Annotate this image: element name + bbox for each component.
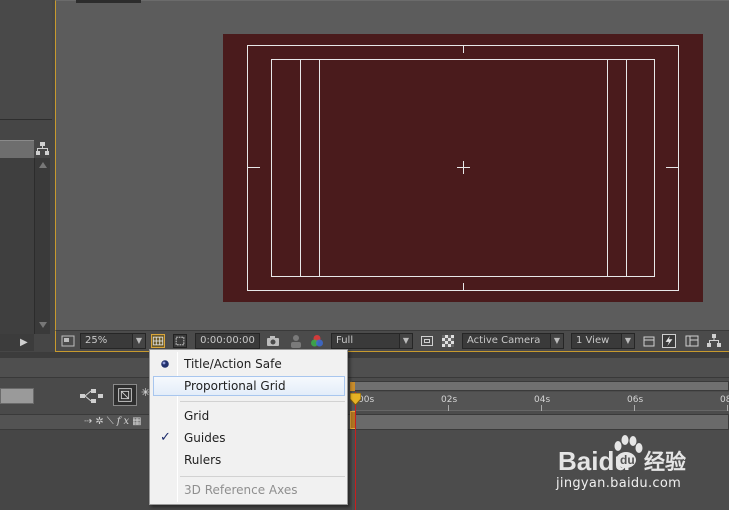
grid-and-guides-icon[interactable]	[151, 334, 165, 348]
menu-item-proportional-grid[interactable]: Proportional Grid	[153, 376, 345, 396]
composition-flowchart-icon[interactable]	[707, 334, 721, 348]
menu-item-label: 3D Reference Axes	[184, 483, 298, 497]
ruler-label-3: 06s	[627, 395, 644, 405]
resolution-select[interactable]: Full	[331, 333, 403, 349]
magnification-value: 25%	[85, 335, 108, 346]
timeline-panel-icon[interactable]	[685, 334, 699, 348]
work-area-start-handle[interactable]	[350, 382, 355, 391]
ruler-label-2: 04s	[534, 395, 551, 405]
checkmark-icon: ✓	[160, 430, 171, 445]
view-layout-dropdown-arrow[interactable]: ▼	[621, 333, 635, 349]
transparency-grid-icon[interactable]	[441, 334, 455, 348]
timeline-search-input[interactable]	[0, 388, 34, 404]
ruler-tick	[727, 405, 728, 411]
magnification-select[interactable]: 25%	[80, 333, 134, 349]
camera-view-dropdown-arrow[interactable]: ▼	[550, 333, 564, 349]
project-list-header[interactable]	[0, 140, 34, 158]
menu-separator	[180, 476, 345, 477]
menu-item-3d-reference-axes: 3D Reference Axes	[153, 480, 345, 500]
current-time-value: 0:00:00:00	[200, 335, 255, 346]
menu-item-grid[interactable]: Grid	[153, 406, 345, 426]
composition-mini-flowchart-icon[interactable]	[79, 388, 105, 404]
magnification-dropdown-arrow[interactable]: ▼	[132, 333, 146, 349]
ruler-tick	[448, 405, 449, 411]
ruler-tick	[634, 405, 635, 411]
menu-item-label: Title/Action Safe	[184, 357, 282, 371]
layer-switch-icons[interactable]: ⇢✲⟍fx▦	[84, 416, 145, 427]
composition-canvas[interactable]	[223, 34, 703, 302]
show-snapshot-icon[interactable]	[289, 334, 303, 348]
menu-item-label: Grid	[184, 409, 210, 423]
timeline-tab-bar	[0, 358, 729, 378]
camera-view-value: Active Camera	[467, 335, 541, 346]
project-panel-top	[0, 0, 52, 120]
mask-visibility-icon[interactable]	[173, 334, 187, 348]
menu-item-label: Rulers	[184, 453, 222, 467]
menu-item-rulers[interactable]: Rulers	[153, 450, 345, 470]
current-time-indicator-head[interactable]	[350, 393, 361, 405]
project-panel-footer	[0, 334, 34, 351]
watermark-cn-text: 经验	[644, 450, 686, 474]
work-area-bar[interactable]	[352, 381, 729, 391]
play-arrow-icon[interactable]: ▶	[20, 337, 28, 348]
title-action-safe-guides	[247, 45, 679, 291]
resolution-dropdown-arrow[interactable]: ▼	[399, 333, 413, 349]
menu-item-guides[interactable]: ✓ Guides	[153, 428, 345, 448]
watermark-url: jingyan.baidu.com	[556, 476, 682, 491]
project-scrollbar[interactable]	[34, 158, 50, 334]
live-update-icon[interactable]	[113, 384, 137, 406]
watermark-du-text: du	[620, 453, 635, 467]
radio-bullet-icon	[161, 360, 169, 368]
viewer-tab-stub	[76, 0, 141, 3]
region-of-interest-icon[interactable]	[420, 334, 434, 348]
view-layout-value: 1 View	[576, 335, 610, 346]
camera-view-select[interactable]: Active Camera	[462, 333, 552, 349]
menu-item-label: Guides	[184, 431, 226, 445]
menu-item-label: Proportional Grid	[184, 379, 286, 393]
ruler-tick	[541, 405, 542, 411]
camera-snapshot-icon[interactable]	[266, 334, 280, 348]
menu-separator	[180, 401, 345, 402]
ruler-label-1: 02s	[441, 395, 458, 405]
grid-guides-menu: Title/Action Safe Proportional Grid Grid…	[149, 349, 348, 505]
always-preview-icon[interactable]	[61, 334, 75, 348]
resolution-value: Full	[336, 335, 354, 346]
ruler-label-4: 08	[720, 395, 729, 405]
view-layout-select[interactable]: 1 View	[571, 333, 623, 349]
menu-item-title-action-safe[interactable]: Title/Action Safe	[153, 354, 345, 374]
scrollbar-arrows	[39, 162, 47, 328]
toggle-pixel-aspect-icon[interactable]	[642, 334, 656, 348]
flowchart-icon[interactable]	[35, 142, 50, 156]
channel-rgb-icon[interactable]	[310, 334, 324, 348]
current-time-display[interactable]: 0:00:00:00	[195, 333, 260, 349]
current-time-indicator-line[interactable]	[355, 392, 356, 510]
fast-previews-icon[interactable]	[662, 334, 676, 348]
project-item-list[interactable]	[0, 158, 34, 334]
